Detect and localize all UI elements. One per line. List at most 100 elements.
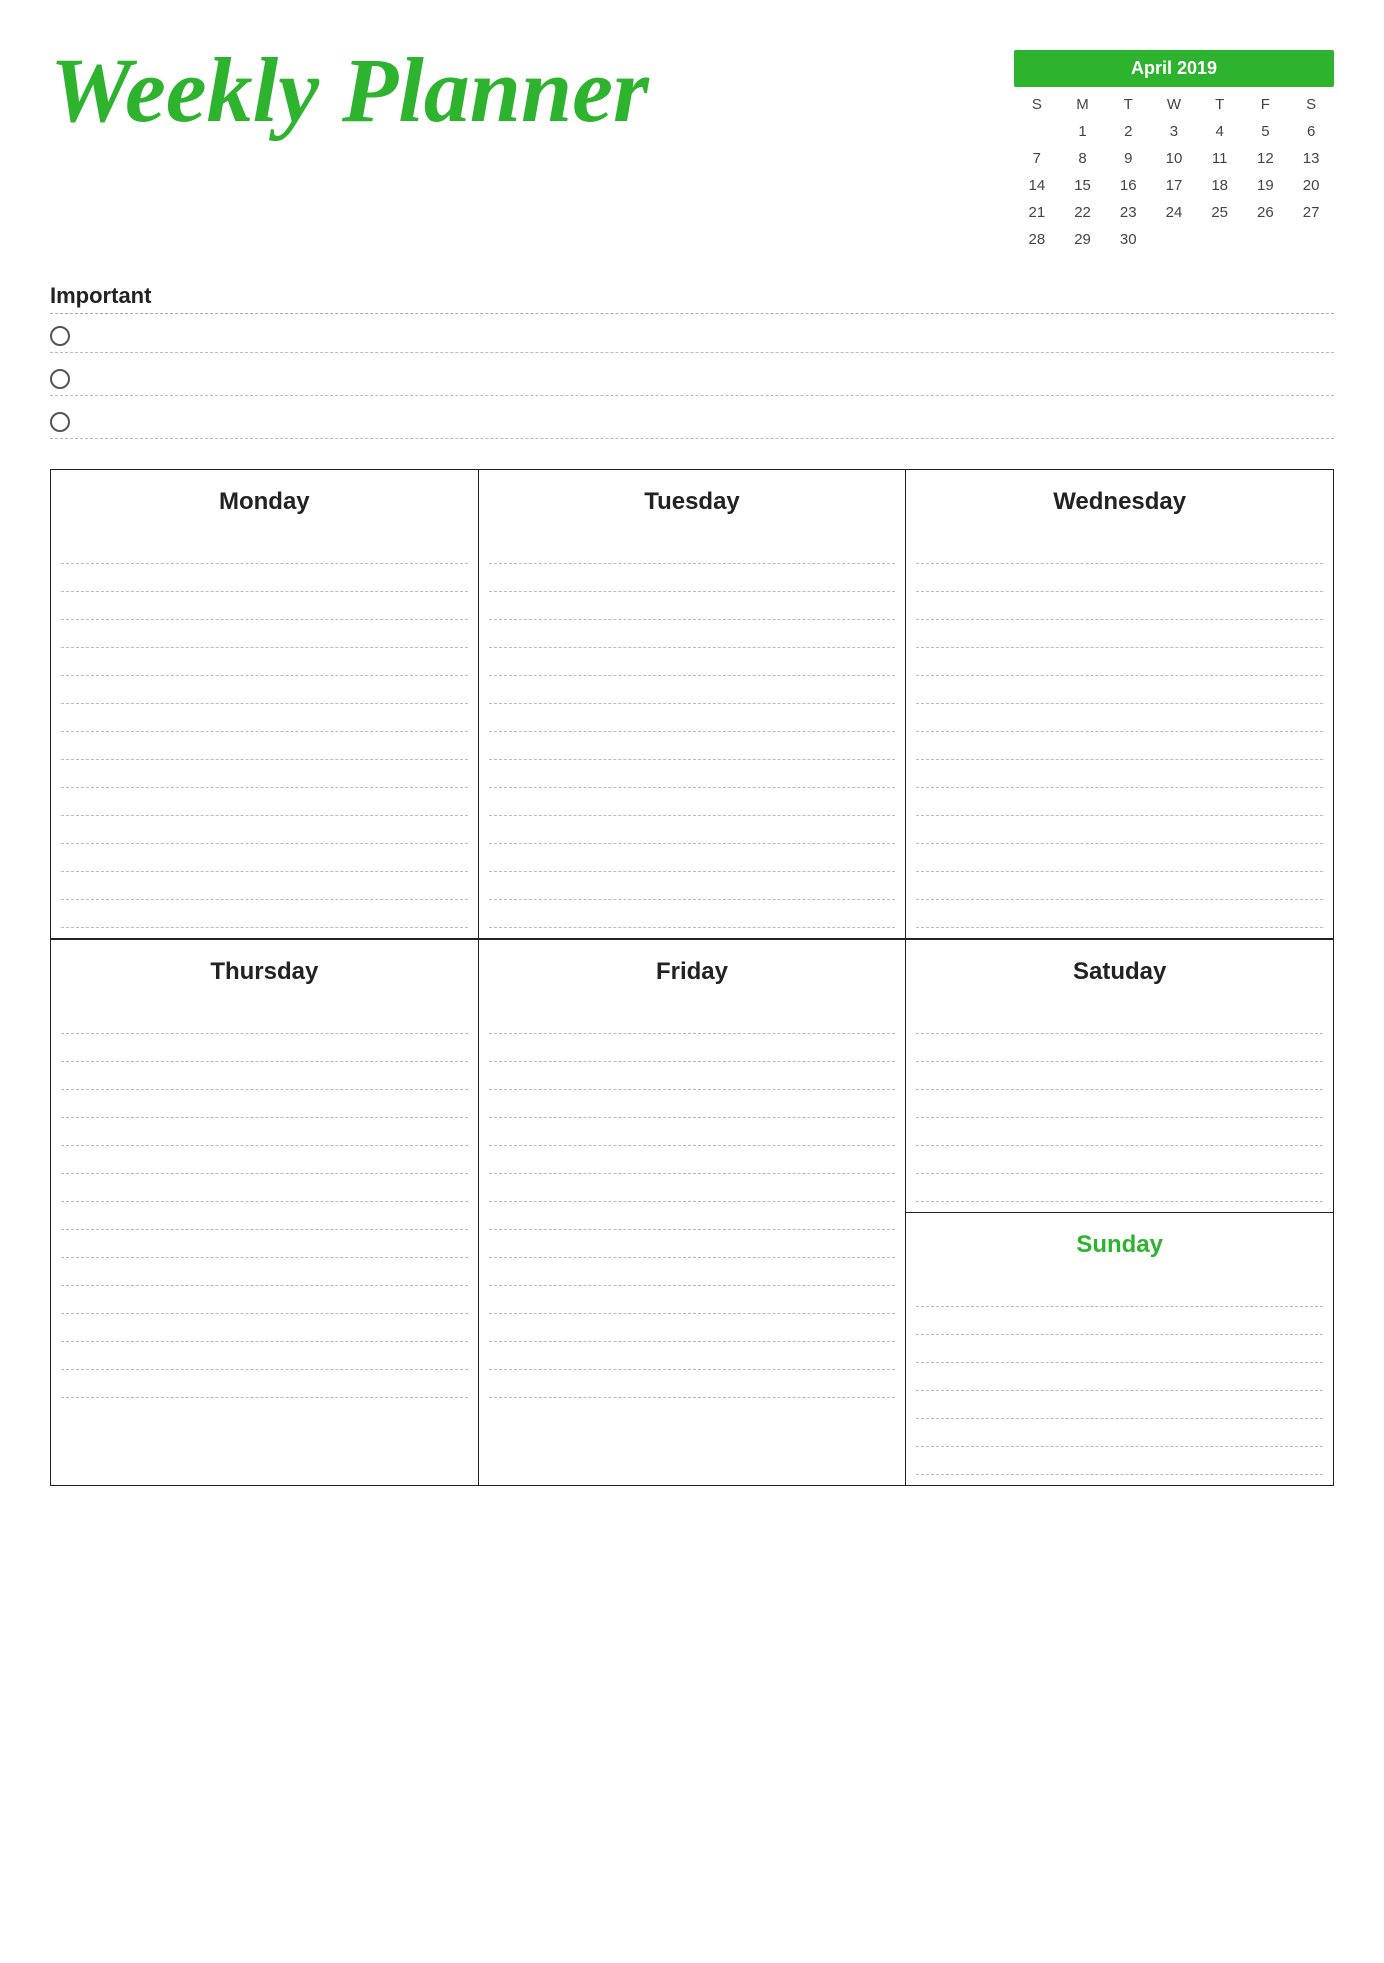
cal-day-header: S — [1288, 91, 1334, 118]
day-line — [61, 1062, 468, 1090]
day-line — [489, 844, 896, 872]
day-line — [916, 620, 1323, 648]
cal-day: 30 — [1105, 226, 1151, 253]
cal-day: 15 — [1060, 172, 1106, 199]
cal-day: 4 — [1197, 118, 1243, 145]
day-line — [61, 816, 468, 844]
cal-day: 24 — [1151, 199, 1197, 226]
cal-day: 5 — [1243, 118, 1289, 145]
circle-checkbox-3[interactable] — [50, 412, 70, 432]
day-line — [916, 1363, 1323, 1391]
day-line — [489, 1258, 896, 1286]
saturday-header: Satuday — [906, 940, 1333, 1000]
day-line — [61, 788, 468, 816]
day-line — [916, 1062, 1323, 1090]
day-line — [61, 1146, 468, 1174]
thursday-cell: Thursday — [51, 940, 479, 1486]
thursday-header: Thursday — [51, 940, 478, 1000]
wednesday-lines — [906, 530, 1333, 938]
tuesday-lines — [479, 530, 906, 938]
cal-day: 20 — [1288, 172, 1334, 199]
circle-checkbox-1[interactable] — [50, 326, 70, 346]
day-line — [61, 1314, 468, 1342]
cal-day: 1 — [1060, 118, 1106, 145]
day-line — [61, 1202, 468, 1230]
cal-day: 7 — [1014, 145, 1060, 172]
day-line — [489, 788, 896, 816]
cal-day: 6 — [1288, 118, 1334, 145]
day-line — [916, 1391, 1323, 1419]
weekly-grid-row2: Thursday Friday Satuday Sunday — [50, 939, 1334, 1486]
friday-header: Friday — [479, 940, 906, 1000]
day-line — [489, 1174, 896, 1202]
day-line — [61, 592, 468, 620]
cal-day — [1151, 226, 1197, 253]
cal-day-header: T — [1105, 91, 1151, 118]
day-line — [489, 564, 896, 592]
day-line — [489, 676, 896, 704]
day-line — [489, 536, 896, 564]
day-line — [916, 564, 1323, 592]
cal-day — [1197, 226, 1243, 253]
day-line — [916, 1447, 1323, 1475]
cal-day: 26 — [1243, 199, 1289, 226]
cal-day: 28 — [1014, 226, 1060, 253]
day-line — [61, 760, 468, 788]
cal-day: 14 — [1014, 172, 1060, 199]
cal-day: 27 — [1288, 199, 1334, 226]
day-line — [916, 676, 1323, 704]
day-line — [61, 1286, 468, 1314]
wednesday-header: Wednesday — [906, 470, 1333, 530]
circle-checkbox-2[interactable] — [50, 369, 70, 389]
day-line — [489, 1286, 896, 1314]
day-line — [916, 816, 1323, 844]
day-line — [489, 1118, 896, 1146]
cal-day: 8 — [1060, 145, 1106, 172]
day-line — [916, 1307, 1323, 1335]
important-item-2 — [50, 369, 1334, 396]
day-line — [61, 1118, 468, 1146]
day-line — [916, 788, 1323, 816]
cal-day: 2 — [1105, 118, 1151, 145]
calendar-month-year: April 2019 — [1014, 50, 1334, 87]
monday-header: Monday — [51, 470, 478, 530]
day-line — [489, 1202, 896, 1230]
day-line — [489, 592, 896, 620]
friday-cell: Friday — [478, 940, 906, 1486]
day-line — [61, 620, 468, 648]
cal-day: 13 — [1288, 145, 1334, 172]
cal-day-header: T — [1197, 91, 1243, 118]
wednesday-cell: Wednesday — [906, 470, 1334, 939]
day-line — [489, 1146, 896, 1174]
cal-day: 18 — [1197, 172, 1243, 199]
day-line — [489, 1090, 896, 1118]
monday-cell: Monday — [51, 470, 479, 939]
calendar-grid: SMTWTFS 12345678910111213141516171819202… — [1014, 91, 1334, 253]
cal-day: 10 — [1151, 145, 1197, 172]
day-line — [916, 1419, 1323, 1447]
day-line — [916, 592, 1323, 620]
day-line — [61, 1230, 468, 1258]
day-line — [916, 648, 1323, 676]
cal-day: 9 — [1105, 145, 1151, 172]
saturday-sunday-cell: Satuday Sunday — [906, 940, 1334, 1486]
day-line — [61, 1174, 468, 1202]
day-line — [916, 1006, 1323, 1034]
day-line — [61, 1370, 468, 1398]
day-line — [61, 1034, 468, 1062]
day-line — [489, 872, 896, 900]
cal-day: 29 — [1060, 226, 1106, 253]
day-line — [489, 1006, 896, 1034]
important-item-3 — [50, 412, 1334, 439]
day-line — [489, 900, 896, 928]
cal-day-header: S — [1014, 91, 1060, 118]
important-line-2 — [50, 395, 1334, 396]
saturday-part: Satuday — [906, 940, 1333, 1213]
day-line — [916, 844, 1323, 872]
day-line — [489, 1230, 896, 1258]
day-line — [916, 1335, 1323, 1363]
cal-day: 25 — [1197, 199, 1243, 226]
cal-day: 12 — [1243, 145, 1289, 172]
day-line — [916, 1090, 1323, 1118]
day-line — [916, 1146, 1323, 1174]
